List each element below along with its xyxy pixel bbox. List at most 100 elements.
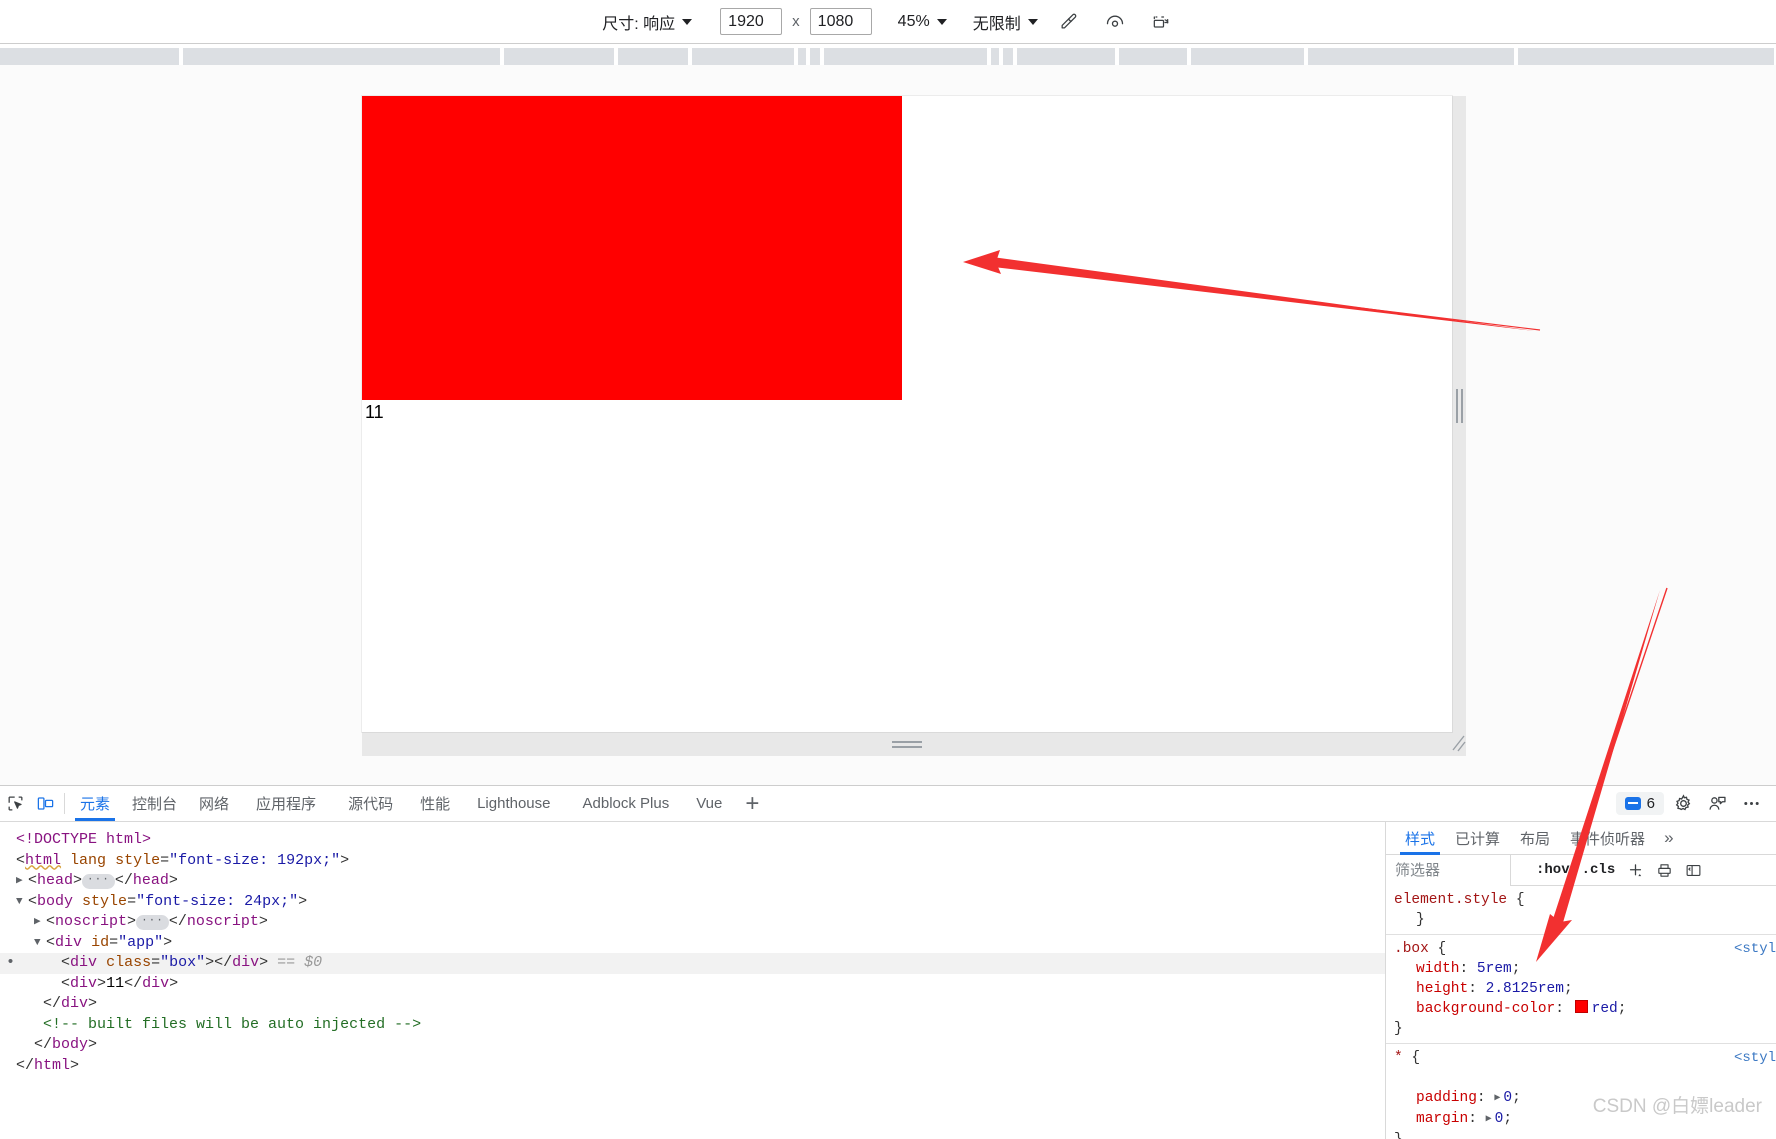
dom-line-comment[interactable]: <!-- built files will be auto injected -… bbox=[0, 1015, 1385, 1036]
media-query-bar[interactable] bbox=[810, 48, 822, 65]
expand-triangle-icon[interactable]: ▶ bbox=[34, 912, 46, 933]
tab-performance[interactable]: 性能 bbox=[409, 786, 461, 821]
rule-source-link[interactable]: <styl bbox=[1734, 1048, 1776, 1068]
customize-icon[interactable] bbox=[1702, 793, 1732, 814]
media-query-bar[interactable] bbox=[798, 48, 808, 65]
color-swatch-icon[interactable] bbox=[1574, 1000, 1588, 1013]
media-query-bar[interactable] bbox=[1119, 48, 1189, 65]
media-query-bar[interactable] bbox=[1518, 48, 1776, 65]
tab-sources[interactable]: 源代码 bbox=[332, 786, 409, 821]
zoom-selector[interactable]: 45% bbox=[898, 13, 947, 31]
rule-close-brace: } bbox=[1394, 1021, 1403, 1037]
declaration-value[interactable]: red bbox=[1592, 1001, 1618, 1017]
expand-triangle-icon[interactable]: ▶ bbox=[1486, 1110, 1492, 1130]
media-query-bar[interactable] bbox=[991, 48, 1001, 65]
tab-adblock-plus[interactable]: Adblock Plus bbox=[567, 786, 686, 821]
media-query-bar[interactable] bbox=[1017, 48, 1117, 65]
dom-line-body-open[interactable]: ▼ <body style="font-size: 24px;"> bbox=[0, 892, 1385, 913]
tab-layout[interactable]: 布局 bbox=[1511, 822, 1559, 855]
collapsed-content-icon[interactable]: ··· bbox=[82, 874, 115, 889]
viewport-height-input[interactable] bbox=[809, 8, 872, 35]
dom-line-head[interactable]: ▶ <head> ··· </head> bbox=[0, 871, 1385, 892]
tab-elements[interactable]: 元素 bbox=[69, 786, 121, 821]
add-tab-button[interactable]: + bbox=[733, 786, 771, 821]
style-rule-element-style[interactable]: element.style { } bbox=[1386, 886, 1776, 935]
rule-selector[interactable]: element.style bbox=[1394, 892, 1507, 908]
declaration-value[interactable]: 2.8125rem bbox=[1486, 981, 1564, 997]
media-query-bar[interactable] bbox=[0, 48, 181, 65]
media-query-bar[interactable] bbox=[1003, 48, 1015, 65]
rule-selector[interactable]: .box bbox=[1394, 941, 1429, 957]
screenshot-icon[interactable] bbox=[1146, 7, 1176, 37]
declaration-width[interactable]: width: 5rem; bbox=[1394, 959, 1776, 979]
tab-computed[interactable]: 已计算 bbox=[1446, 822, 1509, 855]
dom-line-doctype[interactable]: <!DOCTYPE html> bbox=[0, 830, 1385, 851]
dom-line-app-close[interactable]: </div> bbox=[0, 994, 1385, 1015]
message-count-badge[interactable]: 6 bbox=[1615, 792, 1664, 815]
rule-selector[interactable]: * bbox=[1394, 1050, 1403, 1066]
viewport-width-input[interactable] bbox=[720, 8, 783, 35]
media-query-bar[interactable] bbox=[618, 48, 690, 65]
viewport-resize-handle-right[interactable] bbox=[1452, 381, 1466, 431]
rendered-page[interactable]: 11 bbox=[362, 96, 1452, 732]
expand-triangle-icon[interactable]: ▶ bbox=[1494, 1089, 1500, 1109]
tab-styles[interactable]: 样式 bbox=[1396, 822, 1444, 855]
dom-line-html-close[interactable]: </html> bbox=[0, 1056, 1385, 1077]
cls-button[interactable]: .cls bbox=[1582, 862, 1616, 878]
dom-line-app-open[interactable]: ▼ <div id="app"> bbox=[0, 933, 1385, 954]
media-query-bar[interactable] bbox=[183, 48, 502, 65]
tab-application[interactable]: 应用程序 bbox=[240, 786, 332, 821]
device-size-selector[interactable]: 尺寸: 响应 bbox=[600, 10, 694, 34]
styles-rules-list[interactable]: element.style { } <styl .box { width: 5r… bbox=[1386, 886, 1776, 1139]
red-box-element[interactable] bbox=[362, 96, 902, 400]
more-options-icon[interactable] bbox=[1736, 793, 1766, 814]
dom-tree[interactable]: <!DOCTYPE html> <html lang style="font-s… bbox=[0, 822, 1385, 1139]
media-query-bar[interactable] bbox=[1308, 48, 1516, 65]
tab-label: 元素 bbox=[80, 796, 111, 813]
media-query-bar[interactable] bbox=[1191, 48, 1306, 65]
toggle-device-toolbar-icon[interactable] bbox=[30, 786, 60, 821]
gear-icon[interactable] bbox=[1668, 793, 1698, 814]
dom-line-noscript[interactable]: ▶ <noscript> ··· </noscript> bbox=[0, 912, 1385, 933]
media-query-bar[interactable] bbox=[692, 48, 796, 65]
collapse-triangle-icon[interactable]: ▼ bbox=[16, 892, 28, 913]
print-media-icon[interactable] bbox=[1656, 862, 1673, 879]
tab-lighthouse[interactable]: Lighthouse bbox=[461, 786, 566, 821]
style-rule-box[interactable]: <styl .box { width: 5rem; height: 2.8125… bbox=[1386, 935, 1776, 1044]
tab-console[interactable]: 控制台 bbox=[121, 786, 188, 821]
hov-button[interactable]: :hov bbox=[1536, 862, 1570, 878]
collapsed-content-icon[interactable]: ··· bbox=[136, 915, 169, 930]
viewport-resize-handle-corner[interactable] bbox=[1450, 734, 1466, 754]
new-style-rule-icon[interactable] bbox=[1627, 862, 1644, 879]
box-class-value: "box" bbox=[160, 954, 206, 971]
tab-vue[interactable]: Vue bbox=[685, 786, 733, 821]
dom-line-body-close[interactable]: </body> bbox=[0, 1035, 1385, 1056]
dom-line-text-11[interactable]: <div>11</div> bbox=[0, 974, 1385, 995]
network-throttle-selector[interactable]: 无限制 bbox=[973, 10, 1038, 34]
declaration-background-color[interactable]: background-color: red; bbox=[1394, 999, 1776, 1019]
collapse-triangle-icon[interactable]: ▼ bbox=[34, 933, 46, 954]
media-query-ruler[interactable] bbox=[0, 45, 1776, 65]
tab-network[interactable]: 网络 bbox=[188, 786, 240, 821]
inspect-element-icon[interactable] bbox=[0, 786, 30, 821]
html-style-attr: style bbox=[115, 851, 161, 869]
viewport-resize-handle-bottom[interactable] bbox=[362, 732, 1452, 756]
declaration-value[interactable]: 5rem bbox=[1477, 961, 1512, 977]
style-rule-universal[interactable]: <styl * { padding: ▶0; margin: ▶0; } bbox=[1386, 1044, 1776, 1139]
tab-label: 样式 bbox=[1405, 830, 1436, 848]
declaration-height[interactable]: height: 2.8125rem; bbox=[1394, 979, 1776, 999]
tab-event-listeners[interactable]: 事件侦听器 bbox=[1561, 822, 1654, 855]
dom-line-box-selected[interactable]: • <div class="box"></div> == $0 bbox=[0, 953, 1385, 974]
page-text-11: 11 bbox=[365, 402, 384, 422]
media-query-bar[interactable] bbox=[504, 48, 616, 65]
declaration-value[interactable]: 0 bbox=[1503, 1090, 1512, 1106]
rule-source-link[interactable]: <styl bbox=[1734, 939, 1776, 959]
styles-filter-input[interactable] bbox=[1386, 854, 1511, 886]
eyedropper-icon[interactable] bbox=[1054, 7, 1084, 37]
expand-triangle-icon[interactable]: ▶ bbox=[16, 871, 28, 892]
media-query-bar[interactable] bbox=[824, 48, 989, 65]
rotate-icon[interactable] bbox=[1100, 7, 1130, 37]
dom-line-html-open[interactable]: <html lang style="font-size: 192px;"> bbox=[0, 851, 1385, 872]
toggle-sidebar-icon[interactable] bbox=[1685, 862, 1702, 879]
more-tabs-icon[interactable]: » bbox=[1656, 828, 1681, 848]
